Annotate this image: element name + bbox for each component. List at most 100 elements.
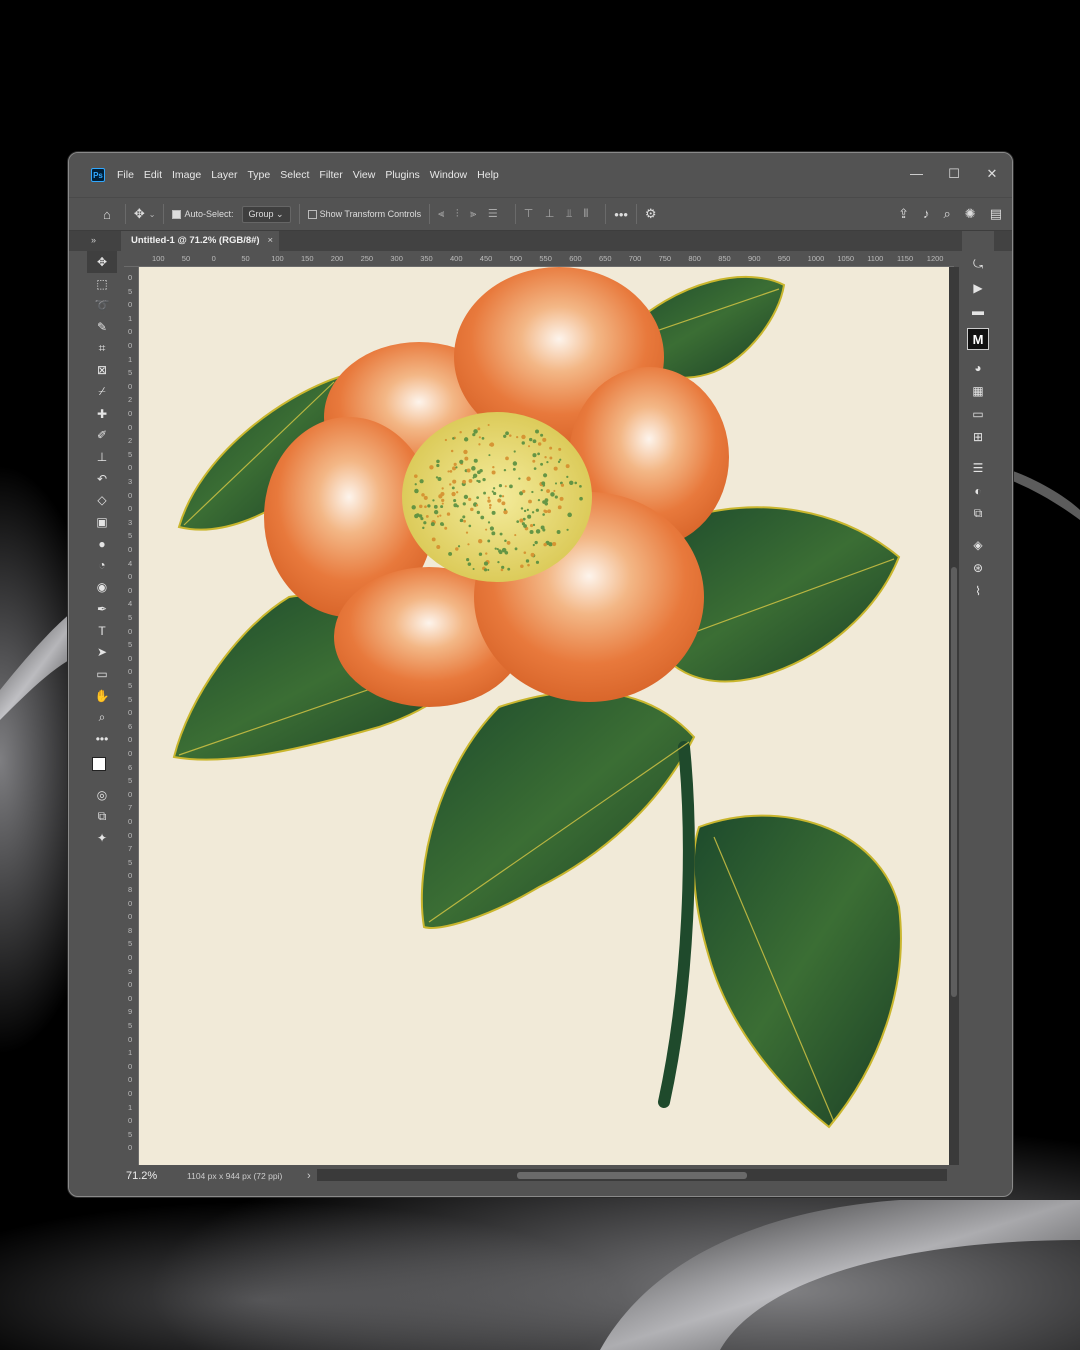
color-swatches[interactable] [87,750,117,784]
path-select-tool-icon[interactable]: ➤ [87,641,117,663]
actions-play-icon[interactable]: ▶ [962,276,994,299]
menu-file[interactable]: File [117,169,134,181]
share-icon[interactable]: ⇪ [898,206,909,222]
align-vcenter-icon[interactable]: ⊥ [545,208,555,220]
crop-tool-icon[interactable]: ⌗ [87,338,117,360]
workspace-icon[interactable]: ▤ [990,206,1002,222]
paths-icon[interactable]: ⌇ [962,579,994,602]
align-bottom-icon[interactable]: ⫫ [566,208,572,220]
more-options-icon[interactable]: ••• [614,207,628,222]
channels-icon[interactable]: ⊛ [962,556,994,579]
frame-tool-icon[interactable]: ⊠ [87,359,117,381]
close-tab-icon[interactable]: × [267,235,273,246]
home-icon[interactable]: ⌂ [103,207,111,222]
horizontal-scroll-thumb[interactable] [517,1172,747,1179]
notification-bell-icon[interactable]: ♪ [923,206,930,222]
auto-select-checkbox[interactable] [172,209,182,219]
discover-lightbulb-icon[interactable]: ✺ [965,206,976,222]
adjustments-icon[interactable]: ◐ [962,479,994,502]
align-right-icon[interactable]: ⫸ [470,208,476,220]
lasso-tool-icon[interactable]: ➰ [87,294,117,316]
canvas-area[interactable] [139,267,954,1165]
maximize-button[interactable]: ☐ [948,167,960,181]
stamp-tool-icon[interactable]: ⊥ [87,446,117,468]
document-tab[interactable]: Untitled-1 @ 71.2% (RGB/8#) × [121,231,279,251]
properties-icon[interactable]: ☰ [962,456,994,479]
document-canvas[interactable] [139,267,949,1165]
stamen-dot [451,486,455,490]
more-tools-icon[interactable]: ••• [87,728,117,750]
menu-edit[interactable]: Edit [144,169,162,181]
horizontal-scrollbar[interactable] [317,1169,947,1181]
menu-help[interactable]: Help [477,169,499,181]
distribute-h-icon[interactable]: ☰ [488,208,498,220]
blur-tool-icon[interactable]: ● [87,533,117,555]
vertical-scrollbar[interactable] [949,267,959,1165]
ruler-tick-label: 0 [128,789,133,799]
vertical-scroll-thumb[interactable] [951,567,957,997]
history-brush-tool-icon[interactable]: ↶ [87,468,117,490]
stamen-dot [501,501,506,506]
ruler-tick-label: 50 [181,254,191,263]
pen-tool-icon[interactable]: ✒ [87,598,117,620]
brush-tool-icon[interactable]: ✐ [87,425,117,447]
screen-mode-icon[interactable]: ⧉ [87,806,117,828]
right-panel-dock: ⤿ ▶ ▬ M ◕ ▦ ▭ ⊞ ☰ ◐ ⧉ ◈ ⊛ ⌇ [962,231,994,701]
stamen-dot [421,493,425,497]
menu-image[interactable]: Image [172,169,201,181]
close-window-button[interactable]: ✕ [986,167,998,181]
foreground-background-colors[interactable] [91,756,113,778]
rectangle-tool-icon[interactable]: ▭ [87,663,117,685]
menu-select[interactable]: Select [280,169,309,181]
menu-filter[interactable]: Filter [319,169,342,181]
menu-plugins[interactable]: Plugins [385,169,419,181]
dodge-tool-icon[interactable]: ◔ [87,555,117,577]
layers-icon[interactable]: ◈ [962,533,994,556]
align-hcenter-icon[interactable]: ⫶ [456,208,459,220]
eyedropper-tool-icon[interactable]: ⌿ [87,381,117,403]
healing-tool-icon[interactable]: ✚ [87,403,117,425]
menu-layer[interactable]: Layer [211,169,237,181]
history-icon[interactable]: ⤿ [962,253,994,276]
eraser-tool-icon[interactable]: ◇ [87,490,117,512]
patterns-icon[interactable]: ⊞ [962,425,994,448]
gear-icon[interactable]: ⚙ [645,206,657,222]
gradient-tool-icon[interactable]: ▣ [87,511,117,533]
type-tool-icon[interactable]: T [87,620,117,642]
expand-toolbar-icon[interactable]: » [91,235,96,245]
zoom-tool-icon[interactable]: ⌕ [87,706,117,728]
auto-select-target-dropdown[interactable]: Group ⌄ [241,205,291,223]
stamen-dot [497,560,500,564]
align-top-icon[interactable]: ⊤ [524,208,534,220]
move-tool-preset-icon[interactable]: ✥ [134,206,145,222]
swatches-icon[interactable]: ▦ [962,379,994,402]
zoom-level[interactable]: 71.2% [126,1170,157,1182]
ruler-tick-label: 0 [128,545,133,554]
sponge-tool-icon[interactable]: ◉ [87,576,117,598]
status-arrow-icon[interactable]: › [307,1170,311,1182]
m-plugin-icon[interactable]: M [967,328,989,350]
menu-view[interactable]: View [353,169,376,181]
quick-mask-icon[interactable]: ◎ [87,784,117,806]
menu-type[interactable]: Type [247,169,270,181]
menu-window[interactable]: Window [430,169,467,181]
gradients-icon[interactable]: ▭ [962,402,994,425]
stamen-dot [420,517,424,521]
generative-icon[interactable]: ✦ [87,827,117,849]
foreground-color[interactable] [92,756,106,771]
comments-icon[interactable]: ▬ [962,299,994,322]
hand-tool-icon[interactable]: ✋ [87,685,117,707]
align-left-icon[interactable]: ⫷ [438,208,444,220]
color-palette-icon[interactable]: ◕ [962,356,994,379]
search-icon[interactable]: ⌕ [944,206,951,222]
stamen-dot [537,442,542,446]
quick-select-tool-icon[interactable]: ✎ [87,316,117,338]
move-tool-icon[interactable]: ✥ [87,251,117,273]
show-transform-controls-checkbox[interactable] [307,209,317,219]
chevron-down-icon[interactable]: ⌄ [149,210,156,219]
minimize-button[interactable]: — [910,167,923,181]
stamen-dot [472,568,475,571]
distribute-v-icon[interactable]: ⫴ [584,208,589,220]
libraries-icon[interactable]: ⧉ [962,502,994,525]
marquee-tool-icon[interactable]: ⬚ [87,273,117,295]
